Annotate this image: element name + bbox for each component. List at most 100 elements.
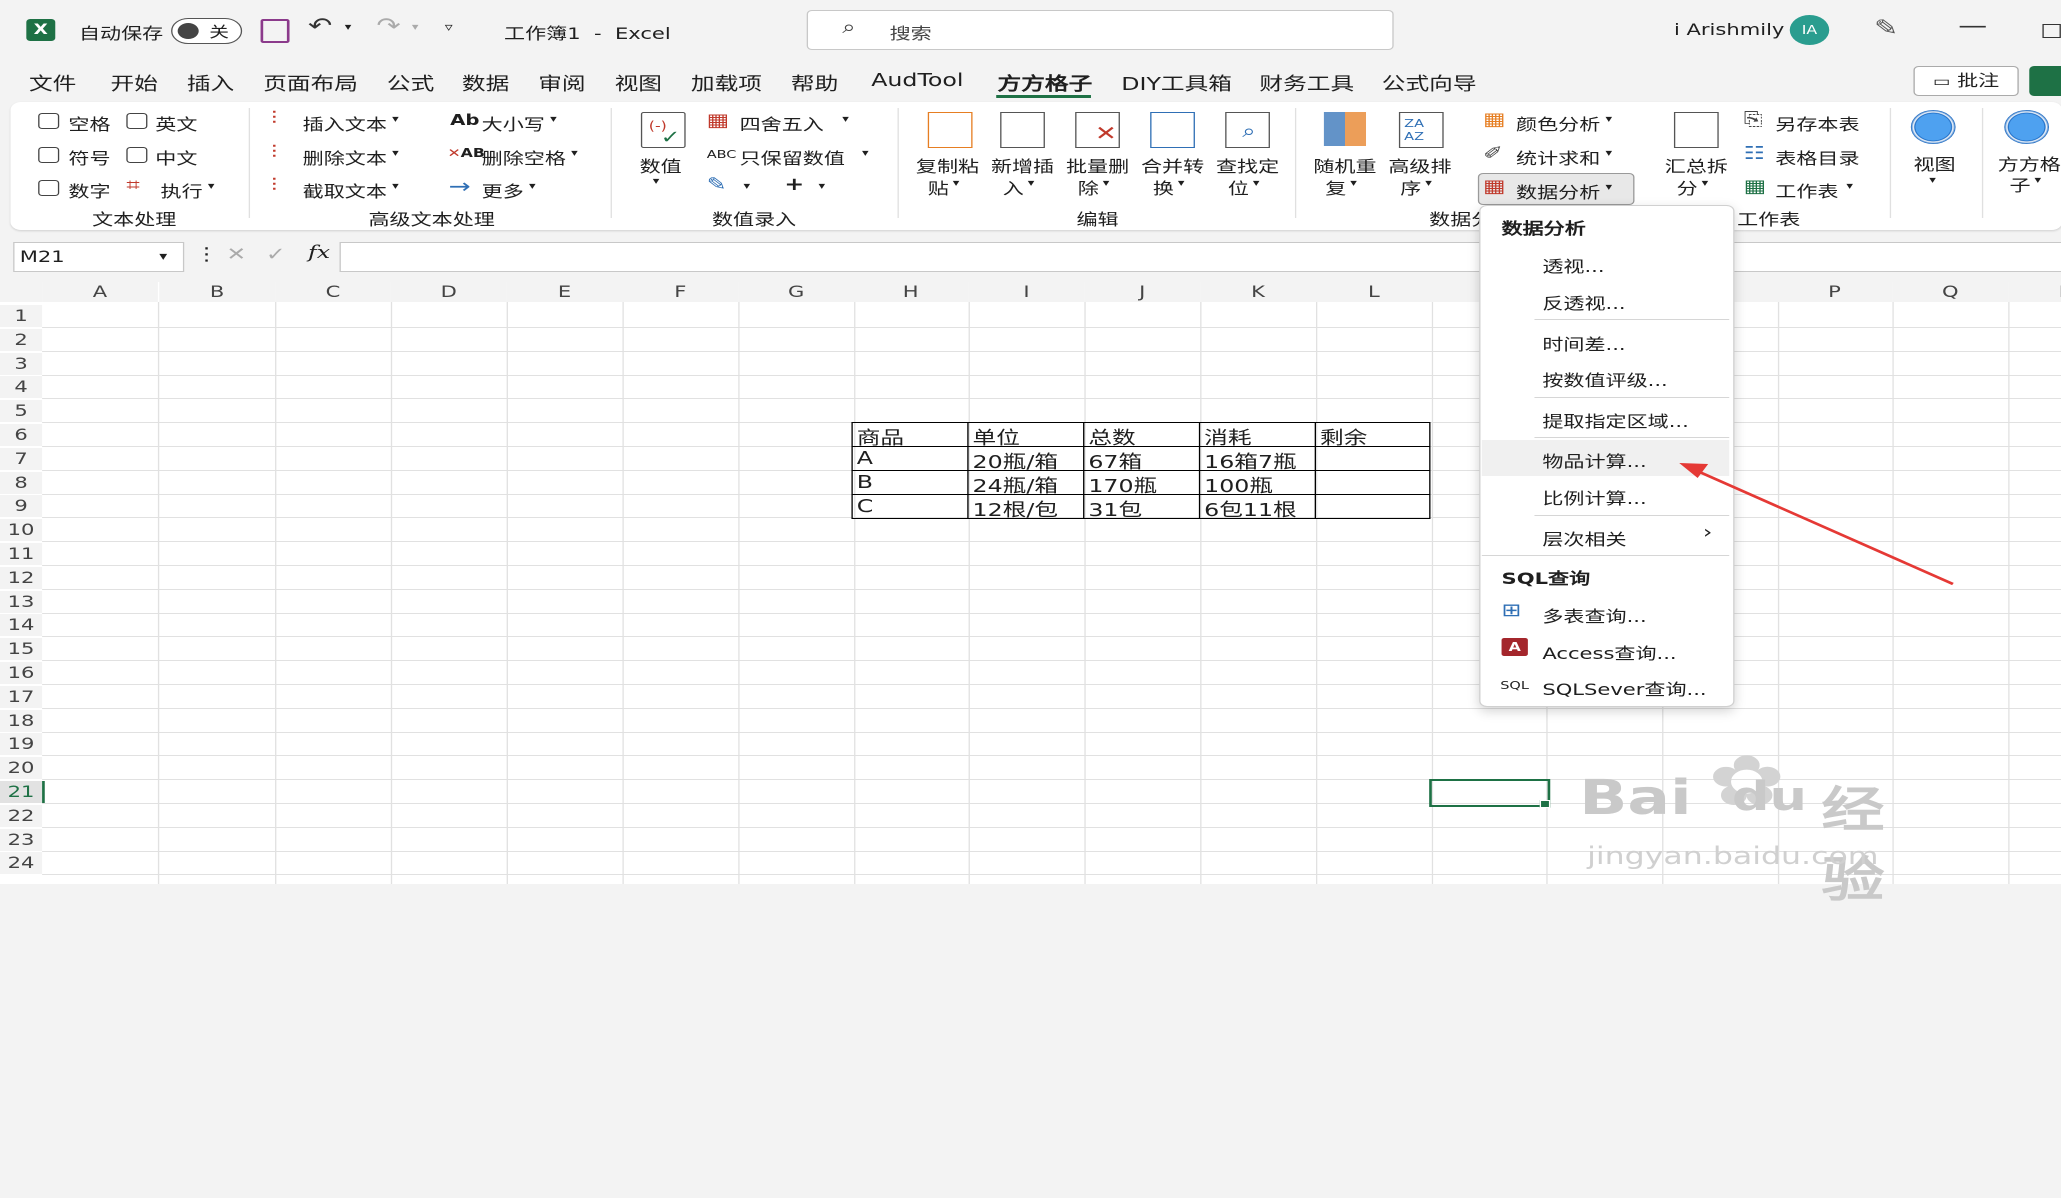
- batch-delete-label-1[interactable]: 批量删: [1066, 153, 1129, 177]
- random-repeat-dropdown-icon[interactable]: ▾: [1350, 178, 1357, 189]
- copy-paste-label-2[interactable]: 贴: [928, 175, 949, 199]
- value-dropdown-icon[interactable]: ▾: [653, 176, 660, 187]
- row-header[interactable]: 14: [0, 614, 43, 637]
- copy-paste-dropdown-icon[interactable]: ▾: [953, 178, 960, 189]
- row-header[interactable]: 7: [0, 447, 43, 470]
- column-header[interactable]: F: [622, 282, 739, 302]
- undo-dropdown-icon[interactable]: ▾: [345, 22, 352, 33]
- menu-item-time-diff[interactable]: 时间差...: [1542, 331, 1625, 355]
- name-box-dropdown-icon[interactable]: ▾: [159, 249, 167, 263]
- row-header[interactable]: 19: [0, 733, 43, 756]
- tab-view[interactable]: 视图: [615, 70, 662, 96]
- delete-space-button[interactable]: 删除空格: [482, 145, 566, 169]
- ffgz-dropdown-icon[interactable]: ▾: [2035, 175, 2042, 186]
- row-header[interactable]: 22: [0, 804, 43, 827]
- save-icon[interactable]: [260, 19, 290, 43]
- new-insert-label-1[interactable]: 新增插: [991, 153, 1054, 177]
- value-button[interactable]: 数值: [640, 153, 682, 177]
- tab-help[interactable]: 帮助: [791, 70, 838, 96]
- restore-icon[interactable]: [2042, 24, 2061, 38]
- tab-home[interactable]: 开始: [111, 70, 158, 96]
- more-dropdown-icon[interactable]: ▾: [529, 181, 536, 192]
- row-header[interactable]: 23: [0, 828, 43, 851]
- menu-item-item-calc[interactable]: 物品计算...: [1542, 448, 1646, 472]
- random-repeat-label-2[interactable]: 复: [1325, 175, 1346, 199]
- cut-text-button[interactable]: 截取文本: [303, 178, 387, 202]
- space-checkbox[interactable]: [38, 113, 60, 129]
- keep-number-button[interactable]: 只保留数值: [740, 145, 845, 169]
- insert-text-dropdown-icon[interactable]: ▾: [392, 114, 399, 125]
- formula-input[interactable]: [339, 242, 2061, 272]
- round-button[interactable]: 四舍五入: [740, 111, 824, 135]
- row-header[interactable]: 3: [0, 352, 43, 375]
- menu-item-ratio-calc[interactable]: 比例计算...: [1542, 485, 1646, 509]
- worksheet-dropdown-icon[interactable]: ▾: [1846, 181, 1853, 192]
- row-header[interactable]: 21: [0, 781, 45, 803]
- select-all-corner[interactable]: [0, 282, 43, 302]
- autosave-toggle[interactable]: 关: [171, 18, 243, 44]
- row-header[interactable]: 4: [0, 376, 43, 399]
- execute-button[interactable]: 执行: [161, 178, 203, 202]
- english-checkbox[interactable]: [126, 113, 148, 129]
- row-header[interactable]: 13: [0, 590, 43, 613]
- row-header[interactable]: 5: [0, 400, 43, 423]
- round-dropdown-icon[interactable]: ▾: [842, 114, 849, 125]
- share-button[interactable]: [2029, 66, 2061, 96]
- column-header[interactable]: I: [968, 282, 1085, 302]
- tab-insert[interactable]: 插入: [187, 70, 234, 96]
- excel-logo-icon[interactable]: X: [26, 19, 56, 41]
- worksheet-button[interactable]: 工作表: [1775, 178, 1838, 202]
- advanced-sort-dropdown-icon[interactable]: ▾: [1425, 178, 1432, 189]
- column-header[interactable]: R: [2008, 282, 2061, 302]
- row-header[interactable]: 6: [0, 424, 43, 446]
- row-header[interactable]: 10: [0, 519, 43, 542]
- menu-item-hierarchy[interactable]: 层次相关: [1542, 526, 1626, 550]
- column-header[interactable]: A: [42, 282, 158, 302]
- summary-split-dropdown-icon[interactable]: ▾: [1702, 178, 1709, 189]
- find-locate-label-2[interactable]: 位: [1228, 175, 1249, 199]
- tab-addins[interactable]: 加载项: [691, 70, 762, 96]
- pen-icon[interactable]: ✎: [1874, 16, 1898, 41]
- column-header[interactable]: D: [390, 282, 507, 302]
- color-analysis-dropdown-icon[interactable]: ▾: [1606, 114, 1613, 125]
- tab-formula-wizard[interactable]: 公式向导: [1382, 70, 1477, 96]
- redo-dropdown-icon[interactable]: ▾: [412, 22, 419, 33]
- merge-convert-dropdown-icon[interactable]: ▾: [1178, 178, 1185, 189]
- advanced-sort-label-2[interactable]: 序: [1400, 175, 1421, 199]
- random-repeat-label-1[interactable]: 随机重: [1313, 153, 1376, 177]
- new-insert-dropdown-icon[interactable]: ▾: [1028, 178, 1035, 189]
- row-header[interactable]: 24: [0, 852, 43, 875]
- insert-text-button[interactable]: 插入文本: [303, 111, 387, 135]
- table-cell[interactable]: A: [857, 448, 873, 469]
- menu-item-sqlserver-query[interactable]: SQLSever查询...: [1542, 676, 1706, 700]
- customize-qat-icon[interactable]: ▿: [445, 20, 453, 34]
- formula-more-icon[interactable]: ⋮: [195, 244, 219, 265]
- row-header[interactable]: 12: [0, 566, 43, 589]
- table-cell[interactable]: C: [857, 496, 874, 517]
- edit-cell-dropdown-icon[interactable]: ▾: [744, 181, 751, 192]
- tab-review[interactable]: 审阅: [538, 70, 585, 96]
- row-header[interactable]: 2: [0, 328, 43, 351]
- summary-split-label-1[interactable]: 汇总拆: [1665, 153, 1728, 177]
- column-header[interactable]: E: [506, 282, 623, 302]
- number-checkbox[interactable]: [38, 180, 60, 196]
- cut-text-dropdown-icon[interactable]: ▾: [392, 181, 399, 192]
- advanced-sort-label-1[interactable]: 高级排: [1388, 153, 1451, 177]
- view-dropdown-icon[interactable]: ▾: [1929, 175, 1936, 186]
- comment-button[interactable]: ▭ 批注: [1913, 66, 2019, 96]
- undo-icon[interactable]: ↶: [308, 14, 332, 39]
- column-header[interactable]: J: [1084, 282, 1201, 302]
- avatar[interactable]: IA: [1789, 15, 1830, 45]
- chinese-checkbox[interactable]: [126, 147, 148, 163]
- column-header[interactable]: K: [1200, 282, 1316, 302]
- plus-dropdown-icon[interactable]: ▾: [819, 181, 826, 192]
- confirm-icon[interactable]: ✓: [266, 244, 286, 265]
- more-button[interactable]: 更多: [482, 178, 524, 202]
- column-header[interactable]: B: [159, 282, 276, 302]
- menu-item-extract-region[interactable]: 提取指定区域...: [1542, 408, 1688, 432]
- selected-cell[interactable]: [1429, 779, 1551, 807]
- menu-item-multi-table-query[interactable]: 多表查询...: [1542, 603, 1646, 627]
- ffgz-label-2[interactable]: 子: [2010, 172, 2031, 196]
- tab-fangfanggezi[interactable]: 方方格子: [998, 70, 1093, 96]
- delete-space-dropdown-icon[interactable]: ▾: [571, 148, 578, 159]
